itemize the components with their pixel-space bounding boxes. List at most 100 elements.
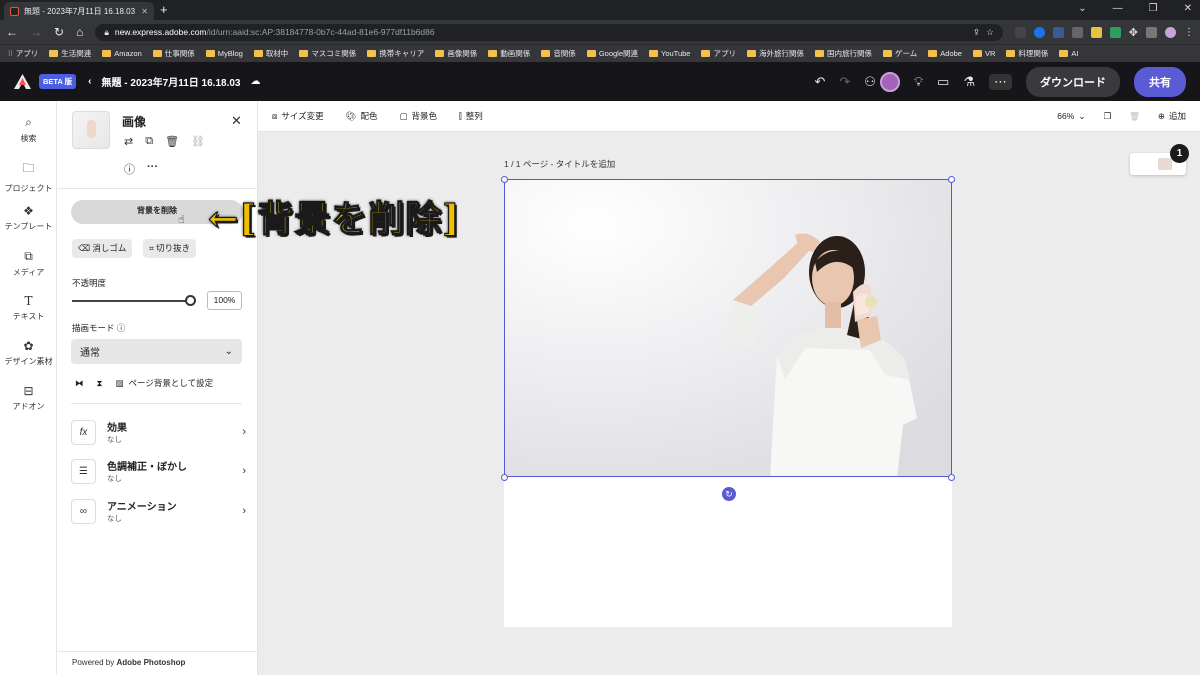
info-icon[interactable]: ⓘ bbox=[124, 161, 135, 177]
close-icon[interactable]: ✕ bbox=[231, 113, 242, 129]
pages-icon[interactable]: ❐ bbox=[1103, 111, 1111, 122]
rail-item-templates[interactable]: ❖ テンプレート bbox=[0, 204, 57, 232]
bookmark-item[interactable]: 仕事関係 bbox=[152, 48, 195, 59]
reload-icon[interactable]: ↻ bbox=[54, 25, 64, 39]
bookmark-item[interactable]: Amazon bbox=[102, 49, 142, 58]
more-options-icon[interactable]: ··· bbox=[147, 161, 158, 177]
back-arrow-icon[interactable]: ← bbox=[6, 25, 18, 39]
flask-icon[interactable]: ⚗︎ bbox=[963, 74, 975, 90]
download-button[interactable]: ダウンロード bbox=[1026, 66, 1120, 97]
bookmark-item[interactable]: 取材中 bbox=[253, 48, 288, 59]
new-tab-icon[interactable]: + bbox=[160, 3, 168, 17]
rail-item-projects[interactable]: 🗀︎ プロジェクト bbox=[0, 159, 57, 194]
add-person-icon[interactable]: ⚇ bbox=[864, 74, 876, 90]
bookmark-item[interactable]: 生活関連 bbox=[49, 48, 91, 59]
extension-green-icon[interactable] bbox=[1109, 26, 1121, 38]
comment-icon[interactable]: ▭ bbox=[937, 74, 949, 90]
effects-row[interactable]: fx 効果 なし › bbox=[71, 419, 246, 445]
extension-yellow-icon[interactable] bbox=[1090, 26, 1102, 38]
bookmark-item[interactable]: AI bbox=[1059, 49, 1078, 58]
info-icon[interactable]: ⓘ bbox=[117, 323, 126, 333]
opacity-slider-track[interactable] bbox=[72, 300, 190, 302]
rail-item-design-assets[interactable]: ✿ デザイン素材 bbox=[0, 339, 57, 367]
blend-mode-select[interactable]: 通常 ⌄ bbox=[71, 339, 242, 364]
bookmark-item[interactable]: YouTube bbox=[649, 49, 690, 58]
bookmark-item[interactable]: 携帯キャリア bbox=[367, 48, 424, 59]
background-color-button[interactable]: ▢ 背景色 bbox=[399, 110, 437, 122]
share-page-icon[interactable]: ⇪ bbox=[973, 27, 980, 38]
align-button[interactable]: ⫿ 整列 bbox=[459, 110, 483, 122]
bookmark-item[interactable]: 動画関係 bbox=[488, 48, 530, 59]
puzzle-icon[interactable]: ✥ bbox=[1129, 26, 1138, 39]
kebab-menu-icon[interactable]: ⋮ bbox=[1184, 27, 1194, 38]
bookmark-item[interactable]: VR bbox=[972, 49, 995, 58]
flip-vertical-icon[interactable]: ⧗ bbox=[97, 378, 103, 389]
sidepanel-icon[interactable] bbox=[1146, 26, 1157, 38]
resize-handle-top-left[interactable] bbox=[501, 176, 508, 183]
rotate-handle-icon[interactable]: ↻ bbox=[722, 487, 736, 501]
extension-r-icon[interactable] bbox=[1071, 26, 1083, 38]
color-theme-button[interactable]: 🎨︎ 配色 bbox=[346, 110, 378, 122]
star-icon[interactable]: ☆ bbox=[986, 27, 994, 38]
adobe-express-logo[interactable] bbox=[14, 74, 31, 89]
share-button[interactable]: 共有 bbox=[1134, 66, 1186, 97]
trash-icon[interactable]: 🗑︎ bbox=[165, 135, 179, 148]
bookmark-item[interactable]: アプリ bbox=[701, 48, 736, 59]
browser-tab[interactable]: 無題 - 2023年7月11日 16.18.03 ✕ bbox=[4, 2, 154, 20]
trash-icon[interactable]: 🗑︎ bbox=[1129, 111, 1140, 122]
opacity-input[interactable]: 100% bbox=[207, 291, 242, 310]
home-icon[interactable]: ⌂ bbox=[76, 25, 83, 39]
animation-row[interactable]: ∞ アニメーション なし › bbox=[71, 498, 246, 524]
resize-button[interactable]: ⧈ サイズ変更 bbox=[272, 110, 324, 122]
extension-blue-icon[interactable] bbox=[1033, 26, 1045, 38]
lock-layer-icon[interactable]: ⛓︎ bbox=[191, 135, 205, 148]
set-as-page-background-button[interactable]: ▨ ページ背景として設定 bbox=[115, 377, 213, 389]
bookmark-item[interactable]: 海外旅行関係 bbox=[746, 48, 804, 59]
minimize-icon[interactable]: — bbox=[1113, 3, 1123, 14]
bookmark-item[interactable]: 料理関係 bbox=[1006, 48, 1048, 59]
resize-handle-bottom-right[interactable] bbox=[948, 474, 955, 481]
undo-icon[interactable]: ↶ bbox=[814, 74, 825, 90]
profile-avatar[interactable] bbox=[1165, 26, 1176, 38]
close-tab-icon[interactable]: ✕ bbox=[141, 7, 148, 16]
forward-arrow-icon[interactable]: → bbox=[30, 25, 42, 39]
bookmark-item[interactable]: Adobe bbox=[928, 49, 962, 58]
document-title[interactable]: 無題 - 2023年7月11日 16.18.03 bbox=[102, 74, 241, 89]
resize-handle-top-right[interactable] bbox=[948, 176, 955, 183]
bookmark-item[interactable]: ⁝⁝ アプリ bbox=[8, 48, 38, 59]
zoom-select[interactable]: 66% ⌄ bbox=[1057, 111, 1085, 122]
bookmark-item[interactable]: MyBlog bbox=[205, 49, 243, 58]
restore-icon[interactable]: ❐ bbox=[1149, 3, 1158, 14]
more-icon[interactable]: ⋯ bbox=[989, 73, 1012, 90]
selected-image[interactable] bbox=[504, 179, 952, 477]
extension-f-icon[interactable] bbox=[1052, 26, 1064, 38]
chevron-down-icon[interactable]: ⌄ bbox=[1078, 3, 1086, 14]
page-title[interactable]: 1 / 1 ページ - タイトルを追加 bbox=[504, 158, 615, 170]
bookmark-item[interactable]: マスコミ関係 bbox=[299, 48, 356, 59]
duplicate-icon[interactable]: ⧉ bbox=[145, 135, 153, 148]
crop-button[interactable]: ⌗ 切り抜き bbox=[143, 239, 197, 258]
eraser-button[interactable]: ⌫ 消しゴム bbox=[72, 239, 133, 258]
bookmark-item[interactable]: Google関連 bbox=[586, 48, 638, 59]
add-page-button[interactable]: ⊕ 追加 bbox=[1158, 110, 1186, 122]
rail-item-text[interactable]: T テキスト bbox=[0, 294, 57, 322]
flip-horizontal-icon[interactable]: ⧓ bbox=[75, 378, 84, 389]
close-window-icon[interactable]: ✕ bbox=[1184, 3, 1192, 14]
address-bar[interactable]: 🔒︎ new.express.adobe.com/id/urn:aaid:sc:… bbox=[95, 23, 1003, 41]
back-chevron-icon[interactable]: ‹ bbox=[88, 76, 91, 87]
adjustments-row[interactable]: ☰ 色調補正・ぼかし なし › bbox=[71, 458, 246, 484]
bookmark-item[interactable]: 音関係 bbox=[541, 48, 576, 59]
bookmark-item[interactable]: 国内旅行関係 bbox=[814, 48, 872, 59]
lightbulb-icon[interactable]: 💡︎ bbox=[914, 74, 923, 90]
bookmark-item[interactable]: ゲーム bbox=[882, 48, 917, 59]
opacity-slider-handle[interactable] bbox=[185, 295, 196, 306]
rail-item-media[interactable]: ⧉ メディア bbox=[0, 249, 57, 278]
extension-s-icon[interactable] bbox=[1014, 26, 1026, 38]
rail-item-addons[interactable]: ⊟ アドオン bbox=[0, 384, 57, 412]
replace-icon[interactable]: ⇄ bbox=[124, 135, 133, 148]
resize-handle-bottom-left[interactable] bbox=[501, 474, 508, 481]
avatar[interactable] bbox=[879, 71, 900, 92]
bookmark-item[interactable]: 画像関係 bbox=[435, 48, 477, 59]
redo-icon[interactable]: ↷ bbox=[839, 74, 850, 90]
rail-item-search[interactable]: ⌕ 検索 bbox=[0, 115, 57, 144]
